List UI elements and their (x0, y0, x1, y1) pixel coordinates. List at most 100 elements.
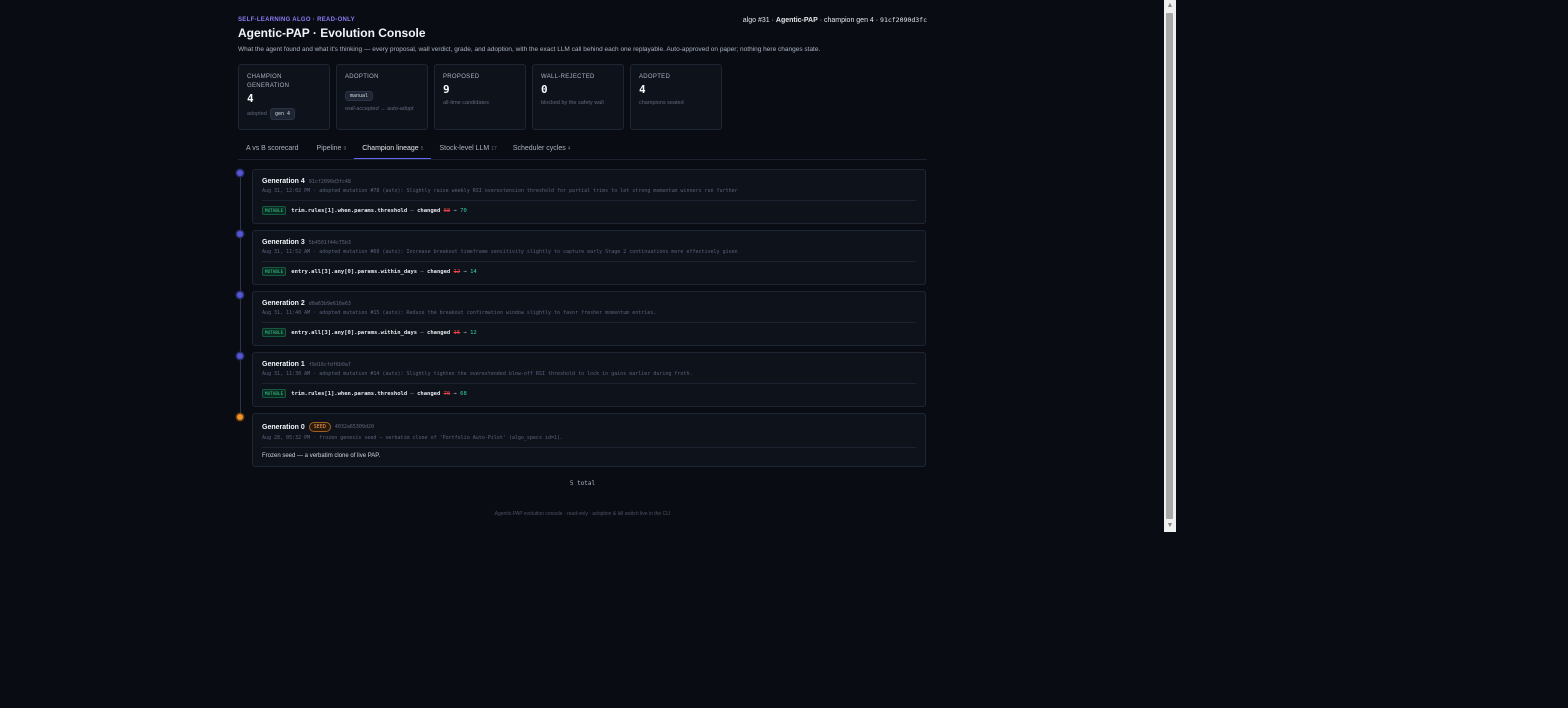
tab-pipeline[interactable]: Pipeline 9 (309, 142, 355, 158)
tab-count: 17 (491, 146, 497, 152)
mutable-badge: MUTABLE (262, 267, 287, 276)
crumb-algo-name: Agentic-PAP (775, 17, 818, 24)
param-change: MUTABLE trim.rules[1].when.params.thresh… (262, 206, 916, 215)
stat-proposed: PROPOSED 9 all-time candidates (434, 64, 526, 130)
generation-hash: 5b4501f44c75b3 (308, 239, 351, 246)
stat-label: ADOPTION (345, 74, 379, 80)
old-value: 70 (443, 390, 451, 397)
tab-champion-lineage[interactable]: Champion lineage 5 (354, 142, 432, 159)
param-change: MUTABLE entry.all[3].any[0].params.withi… (262, 267, 916, 276)
param-diff: trim.rules[1].when.params.threshold — ch… (291, 207, 467, 214)
generation-header: Generation 2 d0a63b9e616e63 (262, 300, 916, 307)
lineage-item: Generation 1 f9d16cfdf6b0a7 Aug 31, 11:30… (237, 352, 927, 407)
tab-label: Scheduler cycles (512, 145, 566, 152)
stat-sub: champions seated (639, 100, 684, 106)
stat-sub: adopted gen 4 (247, 108, 321, 120)
changed-label: changed (417, 390, 441, 397)
generation-hash: 4032a65309d20 (334, 424, 374, 430)
timeline-dot (237, 353, 243, 359)
generation-card[interactable]: Generation 4 91cf2090d3fc48 Aug 31, 12:02… (252, 169, 926, 224)
new-value: 68 (460, 390, 467, 397)
lineage-timeline: Generation 4 91cf2090d3fc48 Aug 31, 12:02… (237, 169, 927, 467)
stat-label: PROPOSED (443, 74, 480, 80)
breadcrumb: algo #31 · Agentic-PAP · champion gen 4 … (743, 16, 927, 24)
generation-hash: f9d16cfdf6b0a7 (308, 361, 351, 368)
param-change: MUTABLE entry.all[3].any[0].params.withi… (262, 328, 916, 337)
stat-sub: wall-accepted → auto-adopt (345, 106, 414, 112)
generation-hash: d0a63b9e616e63 (308, 300, 351, 307)
stats-row: CHAMPION GENERATION 4 adopted gen 4 ADOP… (238, 64, 927, 130)
changed-label: changed (427, 329, 451, 336)
param-diff: entry.all[3].any[0].params.within_days —… (291, 329, 477, 336)
tab-bar: A vs B scorecard Pipeline 9 Champion line… (238, 142, 927, 160)
generation-header: Generation 1 f9d16cfdf6b0a7 (262, 361, 916, 368)
stat-value: 9 (443, 83, 450, 96)
tab-scheduler-cycles[interactable]: Scheduler cycles 4 (505, 142, 579, 158)
seed-description: Frozen seed — a verbatim clone of live P… (262, 453, 381, 459)
param-path: entry.all[3].any[0].params.within_days (291, 329, 418, 336)
old-value: 12 (453, 268, 461, 275)
stat-value: 4 (247, 92, 254, 105)
crumb-mid: · champion gen 4 · (817, 17, 881, 24)
page-subtitle: What the agent found and what it's think… (238, 46, 821, 53)
old-value: 15 (453, 329, 461, 336)
lineage-item: Generation 3 5b4501f44c75b3 Aug 31, 11:52… (237, 230, 927, 285)
generation-meta: Aug 31, 12:02 PM · adopted mutation #78 … (262, 188, 916, 201)
generation-hash: 91cf2090d3fc48 (308, 178, 351, 185)
stat-value: 0 (541, 83, 548, 96)
tab-label: Champion lineage (362, 145, 419, 152)
param-change: MUTABLE trim.rules[1].when.params.thresh… (262, 389, 916, 398)
stat-sub: blocked by the safety wall (541, 100, 604, 106)
generation-meta: Aug 28, 05:32 PM · frozen genesis seed —… (262, 435, 916, 448)
param-diff: entry.all[3].any[0].params.within_days —… (291, 268, 477, 275)
timeline-dot (237, 292, 243, 298)
timeline-dot (237, 170, 243, 176)
stat-sub-text: adopted (247, 111, 267, 117)
generation-title: Generation 4 (262, 178, 305, 185)
mutable-badge: MUTABLE (262, 206, 287, 215)
lineage-item: Generation 2 d0a63b9e616e63 Aug 31, 11:40… (237, 291, 927, 346)
timeline-dot (237, 231, 243, 237)
generation-title: Generation 0 (262, 423, 305, 431)
stat-label: WALL-REJECTED (541, 74, 595, 80)
generation-card[interactable]: Generation 0 SEED 4032a65309d20 Aug 28, 05… (252, 413, 926, 467)
lineage-item-seed: Generation 0 SEED 4032a65309d20 Aug 28, 05… (237, 413, 927, 467)
scroll-thumb[interactable] (1166, 13, 1173, 519)
generation-card[interactable]: Generation 3 5b4501f44c75b3 Aug 31, 11:52… (252, 230, 926, 285)
old-value: 68 (443, 207, 451, 214)
changed-label: changed (427, 268, 451, 275)
seed-badge: SEED (308, 422, 331, 432)
generation-header: Generation 0 SEED 4032a65309d20 (262, 422, 916, 432)
stat-label: ADOPTED (639, 74, 671, 80)
generation-title: Generation 2 (262, 300, 305, 307)
tab-label: A vs B scorecard (246, 145, 299, 152)
evolution-console: SELF-LEARNING ALGO · READ-ONLY algo #31 … (237, 10, 927, 517)
mutable-badge: MUTABLE (262, 328, 287, 337)
vertical-scrollbar[interactable]: ▲ ▼ (1164, 0, 1176, 532)
param-path: trim.rules[1].when.params.threshold (291, 390, 408, 397)
param-path: entry.all[3].any[0].params.within_days (291, 268, 418, 275)
generation-meta: Aug 31, 11:30 AM · adopted mutation #14 … (262, 371, 916, 384)
tab-stock-level-llm[interactable]: Stock-level LLM 17 (431, 142, 504, 158)
page-title: Agentic-PAP · Evolution Console (238, 26, 426, 40)
generation-title: Generation 3 (262, 239, 305, 246)
tab-count: 9 (343, 146, 347, 152)
param-path: trim.rules[1].when.params.threshold (291, 207, 408, 214)
new-value: 14 (470, 268, 477, 275)
stat-sub: all-time candidates (443, 100, 489, 106)
generation-card[interactable]: Generation 1 f9d16cfdf6b0a7 Aug 31, 11:30… (252, 352, 926, 407)
tab-count: 5 (420, 146, 424, 152)
champion-hash: 91cf2090d3fc (880, 16, 927, 24)
stat-adoption: ADOPTION manual wall-accepted → auto-ado… (336, 64, 428, 130)
generation-header: Generation 3 5b4501f44c75b3 (262, 239, 916, 246)
lineage-item: Generation 4 91cf2090d3fc48 Aug 31, 12:02… (237, 169, 927, 224)
generation-header: Generation 4 91cf2090d3fc48 (262, 178, 916, 185)
tab-label: Pipeline (316, 145, 342, 152)
scroll-up-arrow-icon[interactable]: ▲ (1164, 1, 1176, 11)
tab-ab-scorecard[interactable]: A vs B scorecard (238, 142, 309, 158)
generation-card[interactable]: Generation 2 d0a63b9e616e63 Aug 31, 11:40… (252, 291, 926, 346)
eyebrow: SELF-LEARNING ALGO · READ-ONLY (238, 17, 355, 23)
crumb-prefix: algo #31 · (742, 17, 776, 24)
scroll-down-arrow-icon[interactable]: ▼ (1164, 521, 1176, 531)
mutable-badge: MUTABLE (262, 389, 287, 398)
